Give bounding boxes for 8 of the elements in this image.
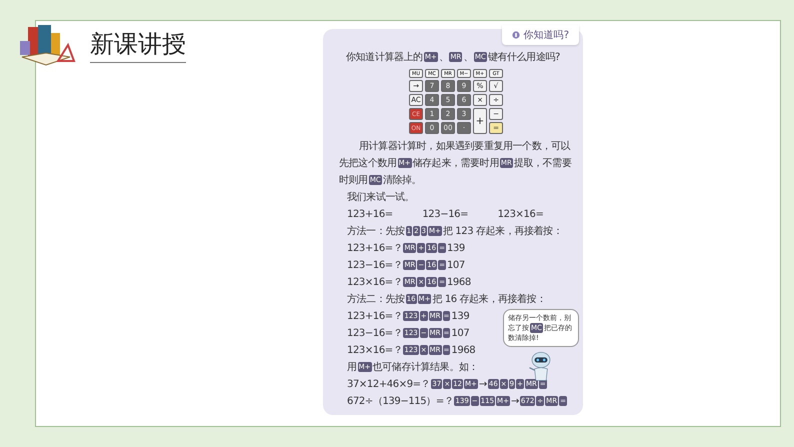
bulb-icon: [512, 31, 520, 39]
calculator-key: +: [473, 108, 487, 134]
slide-title: 新课讲授: [90, 28, 186, 62]
equation-text: 123+16=: [347, 208, 394, 222]
info-tag: 你知道吗?: [502, 25, 579, 45]
equation-text: 123×16=: [498, 208, 544, 222]
body-text: 我们来试一试。: [346, 190, 416, 205]
equation-text: 123−16=: [422, 208, 470, 222]
